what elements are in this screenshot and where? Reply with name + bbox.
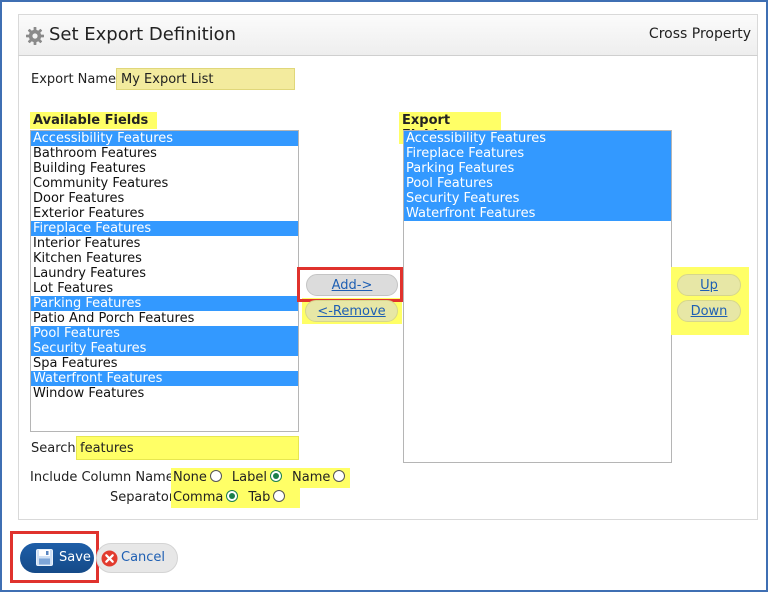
- list-item[interactable]: Window Features: [31, 386, 298, 401]
- list-item[interactable]: Parking Features: [404, 161, 671, 176]
- list-item[interactable]: Waterfront Features: [31, 371, 298, 386]
- list-item[interactable]: Exterior Features: [31, 206, 298, 221]
- list-item[interactable]: Security Features: [404, 191, 671, 206]
- radio-label-label: Label: [231, 470, 267, 485]
- list-item[interactable]: Waterfront Features: [404, 206, 671, 221]
- list-item[interactable]: Community Features: [31, 176, 298, 191]
- list-item[interactable]: Accessibility Features: [404, 131, 671, 146]
- export-name-input[interactable]: [116, 68, 295, 90]
- list-item[interactable]: Security Features: [31, 341, 298, 356]
- radio-name[interactable]: [333, 470, 346, 482]
- list-item[interactable]: Door Features: [31, 191, 298, 206]
- add-button-callout: [297, 267, 403, 302]
- save-button-callout: [10, 531, 99, 583]
- gear-icon: [26, 27, 44, 45]
- list-item[interactable]: Spa Features: [31, 356, 298, 371]
- list-item[interactable]: Fireplace Features: [404, 146, 671, 161]
- list-item[interactable]: Lot Features: [31, 281, 298, 296]
- search-input[interactable]: [76, 436, 299, 460]
- export-name-label: Export Name:: [31, 72, 121, 87]
- cancel-button-label: Cancel: [121, 550, 166, 565]
- radio-none-label: None: [173, 470, 207, 485]
- list-item[interactable]: Bathroom Features: [31, 146, 298, 161]
- cancel-x-icon: [101, 550, 118, 567]
- list-item[interactable]: Pool Features: [404, 176, 671, 191]
- search-label: Search:: [31, 441, 81, 456]
- list-item[interactable]: Building Features: [31, 161, 298, 176]
- list-item[interactable]: Patio And Porch Features: [31, 311, 298, 326]
- list-item[interactable]: Interior Features: [31, 236, 298, 251]
- radio-comma[interactable]: [226, 490, 239, 502]
- list-item[interactable]: Parking Features: [31, 296, 298, 311]
- export-fields-list[interactable]: Accessibility Features Fireplace Features…: [403, 130, 672, 463]
- page-title: Set Export Definition: [49, 24, 237, 45]
- available-fields-list[interactable]: Accessibility Features Bathroom Features B…: [30, 130, 299, 432]
- cancel-button[interactable]: Cancel: [96, 543, 178, 573]
- list-item[interactable]: Kitchen Features: [31, 251, 298, 266]
- column-names-radio-group: None Label Name: [171, 468, 350, 488]
- include-column-names-label: Include Column Names:: [30, 470, 185, 485]
- radio-tab-label: Tab: [248, 490, 271, 505]
- remove-button[interactable]: <-Remove: [305, 300, 398, 322]
- cross-property-label: Cross Property: [648, 26, 751, 42]
- radio-none[interactable]: [209, 470, 222, 482]
- dialog-header: Set Export Definition Cross Property: [18, 14, 758, 56]
- list-item[interactable]: Accessibility Features: [31, 131, 298, 146]
- radio-name-label: Name: [292, 470, 331, 485]
- separator-label: Separator:: [110, 490, 179, 505]
- available-fields-heading: Available Fields: [30, 112, 157, 129]
- list-item[interactable]: Fireplace Features: [31, 221, 298, 236]
- move-up-button[interactable]: Up: [677, 274, 741, 296]
- move-down-button[interactable]: Down: [677, 300, 741, 322]
- separator-radio-group: Comma Tab: [171, 488, 300, 508]
- radio-comma-label: Comma: [173, 490, 224, 505]
- list-item[interactable]: Laundry Features: [31, 266, 298, 281]
- radio-tab[interactable]: [273, 490, 286, 502]
- list-item[interactable]: Pool Features: [31, 326, 298, 341]
- radio-label[interactable]: [270, 470, 282, 482]
